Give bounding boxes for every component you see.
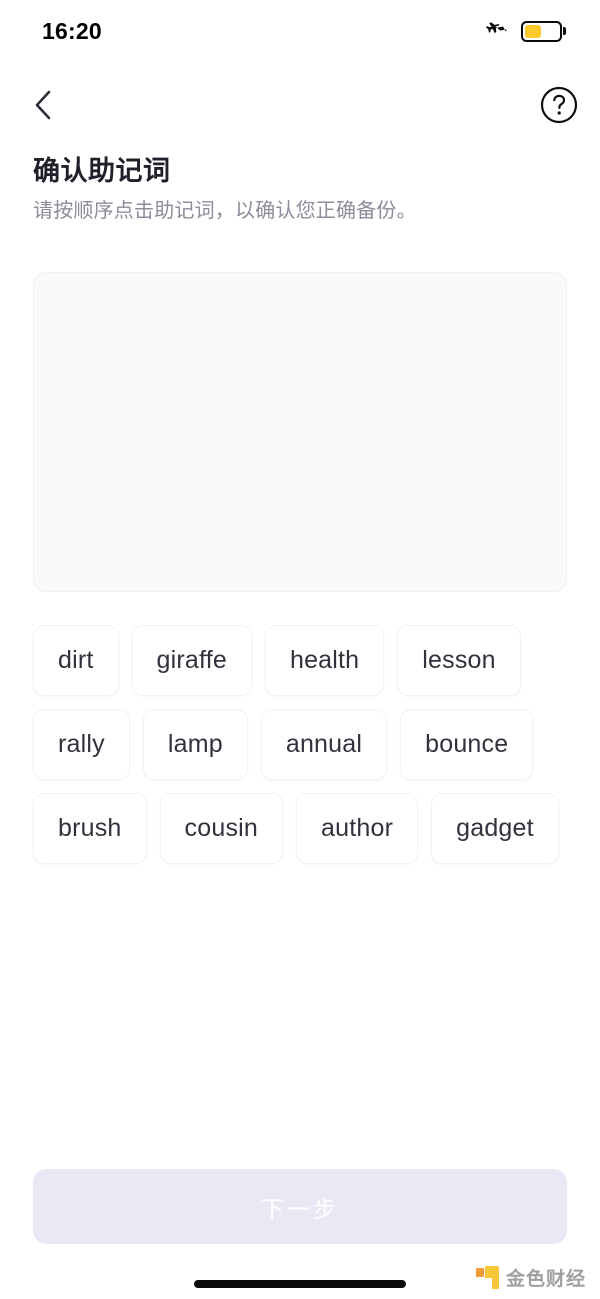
help-button[interactable] <box>535 81 583 129</box>
word-chip[interactable]: gadget <box>431 793 559 864</box>
page-subtitle: 请按顺序点击助记词，以确认您正确备份。 <box>33 200 417 223</box>
next-button[interactable]: 下一步 <box>33 1169 567 1244</box>
word-chip[interactable]: author <box>296 793 419 864</box>
word-chip[interactable]: bounce <box>400 709 534 780</box>
battery-icon <box>521 20 566 42</box>
status-indicators <box>485 17 566 46</box>
word-chip[interactable]: health <box>264 625 385 696</box>
battery-fill <box>525 24 541 38</box>
question-mark-circle-icon <box>540 86 578 124</box>
home-indicator <box>194 1280 406 1288</box>
airplane-mode-icon <box>485 17 509 46</box>
word-chip[interactable]: annual <box>260 709 388 780</box>
navigation-bar <box>0 62 600 148</box>
chevron-left-icon <box>35 90 51 120</box>
app-screen: 16:20 确认助记词 请按顺序点击助记词，以确认您正确备份。 dirt gir… <box>0 0 600 1299</box>
watermark-logo-icon <box>475 1266 499 1289</box>
watermark: 金色财经 <box>475 1264 586 1291</box>
word-chip-pool: dirt giraffe health lesson rally lamp annual bo… <box>33 625 567 864</box>
word-chip[interactable]: lesson <box>397 625 521 696</box>
word-chip[interactable]: brush <box>33 793 147 864</box>
watermark-text: 金色财经 <box>505 1269 586 1290</box>
header-block: 确认助记词 请按顺序点击助记词，以确认您正确备份。 <box>33 155 567 225</box>
battery-cap <box>563 27 566 35</box>
status-time: 16:20 <box>42 17 102 44</box>
word-chip[interactable]: dirt <box>33 625 119 696</box>
word-chip[interactable]: giraffe <box>131 625 252 696</box>
word-chip[interactable]: cousin <box>159 793 284 864</box>
selected-words-area[interactable] <box>33 272 567 592</box>
back-button[interactable] <box>18 80 68 130</box>
word-chip[interactable]: rally <box>33 709 130 780</box>
status-bar: 16:20 <box>0 0 600 62</box>
word-chip[interactable]: lamp <box>142 709 248 780</box>
page-title: 确认助记词 <box>33 156 171 186</box>
